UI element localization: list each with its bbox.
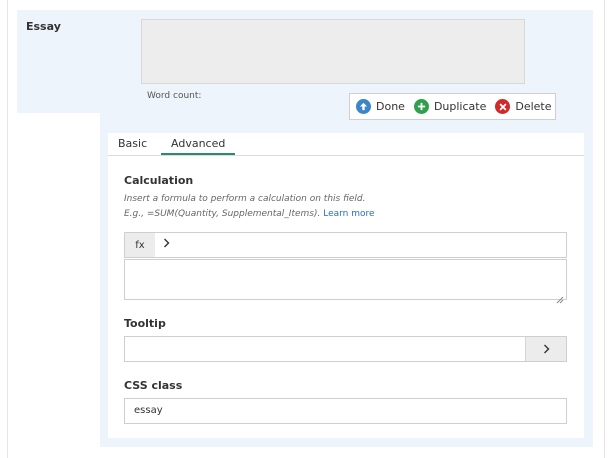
fx-badge: fx — [125, 233, 155, 257]
css-class-input[interactable]: essay — [124, 398, 567, 424]
calculation-label: Calculation — [124, 174, 194, 187]
done-label: Done — [376, 100, 405, 113]
active-tab-indicator — [161, 153, 235, 155]
delete-label: Delete — [515, 100, 552, 113]
css-class-label: CSS class — [124, 379, 183, 392]
delete-button[interactable]: Delete — [495, 99, 552, 114]
tab-basic[interactable]: Basic — [118, 137, 147, 150]
chevron-right-icon[interactable] — [163, 238, 170, 251]
plus-icon — [413, 99, 429, 114]
tooltip-input[interactable] — [124, 336, 567, 362]
learn-more-link[interactable]: Learn more — [323, 209, 374, 219]
field-label: Essay — [26, 20, 61, 33]
essay-textarea-preview[interactable] — [141, 19, 525, 84]
x-icon — [495, 99, 511, 114]
duplicate-button[interactable]: Duplicate — [413, 99, 487, 114]
outer-border-right — [604, 0, 605, 458]
calculation-example: E.g., =SUM(Quantity, Supplemental_Items)… — [124, 209, 375, 219]
resize-grip-icon[interactable] — [556, 289, 564, 304]
field-settings-panel: Basic Advanced Calculation Insert a form… — [108, 133, 584, 438]
tooltip-expand-button[interactable] — [525, 337, 566, 361]
arrow-up-icon — [356, 99, 371, 114]
tab-advanced[interactable]: Advanced — [171, 137, 225, 150]
chevron-right-icon — [543, 344, 549, 354]
formula-header: fx — [124, 232, 567, 258]
formula-input[interactable] — [124, 259, 567, 304]
calculation-help-text: Insert a formula to perform a calculatio… — [124, 194, 366, 204]
word-count-label: Word count: — [147, 91, 202, 101]
done-button[interactable]: Done — [356, 99, 405, 114]
calculation-example-text: E.g., =SUM(Quantity, Supplemental_Items)… — [124, 209, 321, 219]
tooltip-label: Tooltip — [124, 317, 166, 330]
duplicate-label: Duplicate — [433, 100, 487, 113]
field-action-bar: Done Duplicate Delete — [349, 93, 556, 120]
outer-border-left — [7, 0, 8, 458]
settings-tabs: Basic Advanced — [108, 133, 584, 156]
